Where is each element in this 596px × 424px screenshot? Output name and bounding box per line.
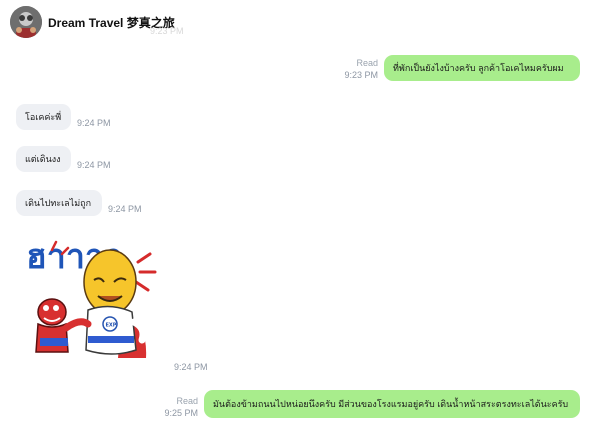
message-bubble-outgoing[interactable]: ที่พักเป็นยังไงบ้างครับ ลูกค้าโอเคไหมครั…: [384, 55, 580, 81]
message-bubble-incoming[interactable]: โอเคค่ะพี่: [16, 104, 71, 130]
sticker-badge-text: EXP: [106, 323, 117, 329]
header-faded-text: 9:23 PM: [150, 26, 184, 36]
message-time: 9:24 PM: [77, 160, 111, 170]
message-bubble-incoming[interactable]: แต่เดินงง: [16, 146, 71, 172]
message-meta: Read 9:23 PM: [330, 57, 378, 81]
message-time: 9:25 PM: [164, 408, 198, 418]
read-receipt: Read: [176, 396, 198, 406]
message-time: 9:24 PM: [174, 362, 208, 372]
message-text: ที่พักเป็นยังไงบ้างครับ ลูกค้าโอเคไหมครั…: [393, 63, 564, 73]
avatar[interactable]: [10, 6, 42, 38]
message-text: มันต้องข้ามถนนไปหน่อยนึงครับ มีส่วนของโร…: [213, 399, 569, 409]
message-time: 9:24 PM: [77, 118, 111, 128]
message-time: 9:23 PM: [344, 70, 378, 80]
message-time: 9:24 PM: [108, 204, 142, 214]
chat-window: Dream Travel 梦真之旅 9:23 PM Read 9:23 PM ท…: [0, 0, 596, 424]
chat-header: Dream Travel 梦真之旅 9:23 PM: [0, 0, 596, 44]
message-text: แต่เดินงง: [25, 154, 61, 164]
avatar-image: [10, 6, 42, 38]
message-meta: Read 9:25 PM: [150, 395, 198, 419]
read-receipt: Read: [356, 58, 378, 68]
message-bubble-outgoing[interactable]: มันต้องข้ามถนนไปหน่อยนึงครับ มีส่วนของโร…: [204, 390, 580, 418]
sticker-image: ฮาาาา EXP: [26, 237, 157, 358]
message-text: โอเคค่ะพี่: [25, 112, 62, 122]
message-bubble-incoming[interactable]: เดินไปทะเลไม่ถูก: [16, 190, 102, 216]
sticker-message[interactable]: ฮาาาา EXP: [22, 232, 162, 366]
message-text: เดินไปทะเลไม่ถูก: [25, 198, 92, 208]
